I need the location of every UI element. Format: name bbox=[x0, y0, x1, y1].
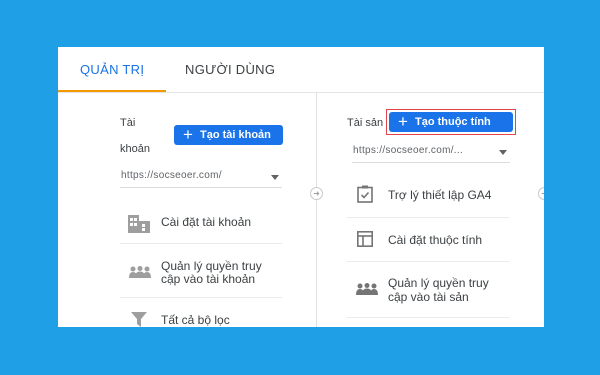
arrow-right-icon[interactable]: ➜ bbox=[538, 187, 544, 200]
property-access-line2: cập vào tài sản bbox=[388, 290, 469, 304]
create-property-label: Tạo thuộc tính bbox=[415, 116, 491, 128]
property-selector-value: https://socseoer.com/... bbox=[353, 145, 464, 156]
divider bbox=[347, 261, 509, 262]
arrow-right-icon[interactable]: ➜ bbox=[310, 187, 323, 200]
create-property-button[interactable]: + Tạo thuộc tính bbox=[389, 112, 513, 132]
account-settings-item[interactable]: Cài đặt tài khoản bbox=[161, 215, 251, 229]
ga4-setup-assistant-item[interactable]: Trợ lý thiết lập GA4 bbox=[388, 188, 491, 202]
layout-icon bbox=[357, 231, 373, 247]
account-selector[interactable]: https://socseoer.com/ bbox=[120, 167, 282, 188]
account-label-line2: khoản bbox=[120, 143, 150, 155]
people-icon bbox=[356, 283, 378, 295]
chevron-down-icon bbox=[271, 175, 279, 180]
all-filters-item[interactable]: Tất cả bộ lọc bbox=[161, 313, 230, 327]
account-access-line2: cập vào tài khoản bbox=[161, 272, 256, 286]
chevron-down-icon bbox=[499, 150, 507, 155]
account-selector-value: https://socseoer.com/ bbox=[121, 170, 222, 181]
tab-bar: QUẢN TRỊ NGƯỜI DÙNG bbox=[58, 47, 544, 93]
create-account-button[interactable]: + Tạo tài khoản bbox=[174, 125, 283, 145]
tab-admin[interactable]: QUẢN TRỊ bbox=[80, 62, 144, 77]
account-access-line1: Quản lý quyền truy bbox=[161, 259, 262, 273]
account-label-line1: Tài bbox=[120, 117, 136, 129]
property-settings-item[interactable]: Cài đặt thuộc tính bbox=[388, 233, 482, 247]
divider bbox=[120, 297, 282, 298]
divider bbox=[120, 243, 282, 244]
property-label: Tài sản bbox=[347, 117, 384, 129]
admin-panel: QUẢN TRỊ NGƯỜI DÙNG Tài khoản + Tạo tài … bbox=[58, 47, 544, 327]
building-icon bbox=[128, 215, 150, 233]
divider bbox=[347, 317, 509, 318]
plus-icon: + bbox=[183, 125, 193, 144]
property-access-line1: Quản lý quyền truy bbox=[388, 276, 489, 290]
people-icon bbox=[129, 266, 151, 278]
filter-icon bbox=[131, 312, 147, 327]
checklist-icon bbox=[357, 185, 373, 203]
column-divider bbox=[316, 93, 317, 327]
tab-users[interactable]: NGƯỜI DÙNG bbox=[185, 62, 275, 77]
divider bbox=[347, 217, 509, 218]
property-selector[interactable]: https://socseoer.com/... bbox=[352, 142, 510, 163]
create-account-label: Tạo tài khoản bbox=[200, 129, 271, 141]
plus-icon: + bbox=[398, 112, 408, 131]
tabs-divider bbox=[58, 92, 544, 93]
